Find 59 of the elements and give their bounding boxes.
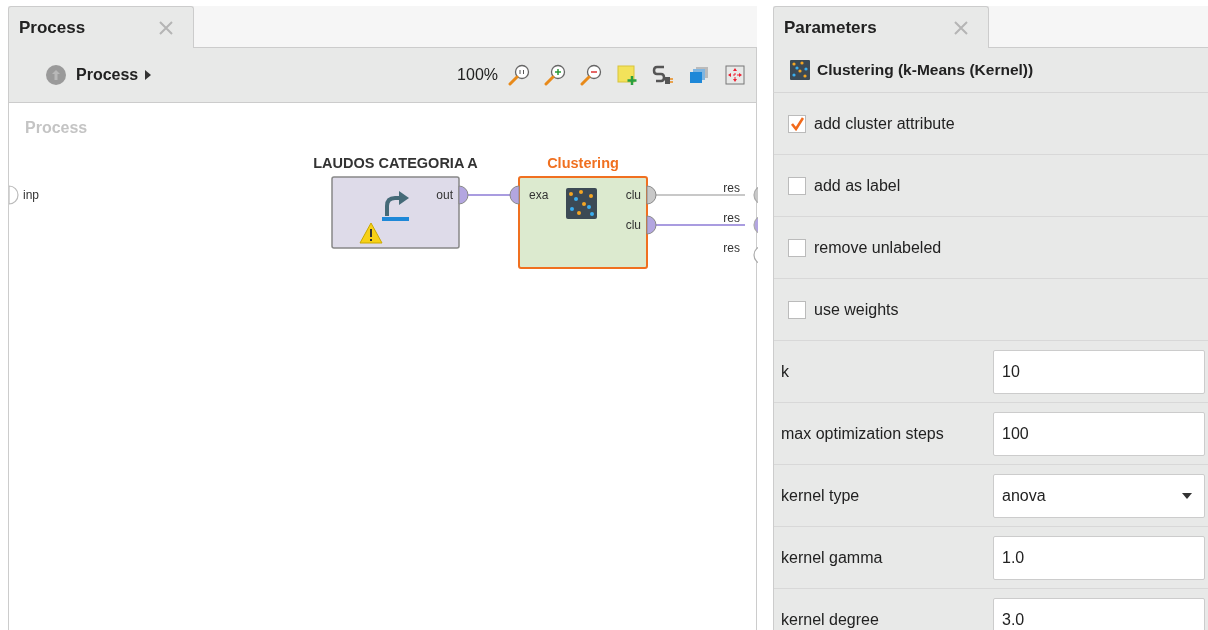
port-label: res bbox=[723, 211, 740, 225]
input-port[interactable] bbox=[509, 185, 520, 205]
output-port[interactable] bbox=[458, 185, 469, 205]
port-label: exa bbox=[529, 188, 549, 202]
close-icon[interactable] bbox=[954, 20, 968, 35]
operator-node[interactable] bbox=[518, 176, 648, 269]
cluster-scatter-icon bbox=[790, 60, 810, 80]
operator-title: Clustering (k-Means (Kernel)) bbox=[817, 61, 1034, 79]
input-field[interactable]: 3.0 bbox=[993, 597, 1205, 630]
checkmark-icon bbox=[790, 116, 804, 131]
parameter-label: kernel degree bbox=[781, 610, 880, 629]
fit-view-icon[interactable] bbox=[724, 64, 746, 86]
layers-icon[interactable] bbox=[688, 64, 710, 86]
retrieve-arrow-icon bbox=[382, 191, 409, 221]
parameter-label: k bbox=[781, 362, 790, 381]
operator-name: Clustering bbox=[547, 155, 619, 171]
port-label: clu bbox=[625, 188, 641, 202]
operator-name: LAUDOS CATEGORIA A bbox=[313, 155, 478, 171]
port-label: res bbox=[723, 241, 740, 255]
checkbox-option[interactable]: remove unlabeled bbox=[781, 238, 942, 257]
port-label: out bbox=[436, 188, 453, 202]
zoom-in-icon[interactable] bbox=[544, 64, 566, 86]
checkbox[interactable] bbox=[788, 238, 806, 257]
zoom-level: 100% bbox=[457, 66, 498, 84]
zoom-reset-icon[interactable] bbox=[508, 64, 530, 86]
result-port[interactable] bbox=[753, 245, 758, 265]
result-port[interactable] bbox=[753, 215, 758, 235]
breadcrumb-link[interactable]: Process bbox=[76, 66, 139, 84]
input-field[interactable]: 10 bbox=[993, 349, 1205, 394]
plug-icon[interactable] bbox=[652, 64, 674, 86]
parameter-label: max optimization steps bbox=[781, 424, 945, 443]
output-port[interactable] bbox=[646, 185, 657, 205]
process-tab[interactable]: Process bbox=[8, 6, 194, 48]
dropdown[interactable]: anova bbox=[993, 473, 1205, 518]
checkbox[interactable] bbox=[788, 300, 806, 319]
port-label: clu bbox=[625, 218, 641, 232]
cluster-scatter-icon bbox=[566, 188, 597, 219]
close-icon[interactable] bbox=[159, 20, 173, 35]
checkbox-option[interactable]: add cluster attribute bbox=[781, 114, 955, 133]
parameter-label: kernel gamma bbox=[781, 548, 884, 567]
checkbox-option[interactable]: use weights bbox=[781, 300, 899, 319]
parameters-tab[interactable]: Parameters bbox=[773, 6, 989, 48]
add-note-icon[interactable] bbox=[616, 64, 638, 86]
input-port[interactable] bbox=[9, 185, 19, 205]
caret-icon bbox=[1182, 492, 1192, 499]
checkbox-option[interactable]: add as label bbox=[781, 176, 901, 195]
port-label: inp bbox=[23, 188, 39, 202]
operator-node[interactable] bbox=[331, 176, 460, 249]
checkbox[interactable] bbox=[788, 114, 806, 133]
result-port[interactable] bbox=[753, 185, 758, 205]
process-title: Process bbox=[25, 119, 88, 137]
input-field[interactable]: 1.0 bbox=[993, 535, 1205, 580]
caret-icon[interactable] bbox=[144, 70, 153, 80]
port-label: res bbox=[723, 181, 740, 195]
parameter-label: kernel type bbox=[781, 486, 861, 505]
zoom-out-icon[interactable] bbox=[580, 64, 602, 86]
checkbox[interactable] bbox=[788, 176, 806, 195]
input-field[interactable]: 100 bbox=[993, 411, 1205, 456]
output-port[interactable] bbox=[646, 215, 657, 235]
